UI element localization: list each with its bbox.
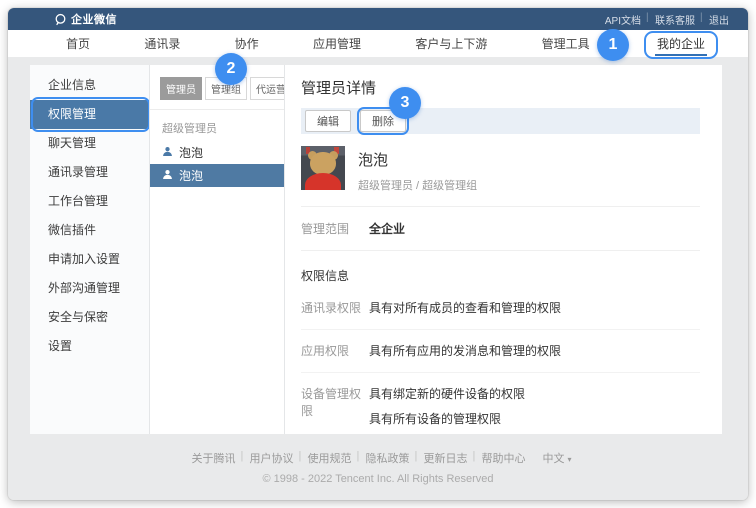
admin-list-item-selected[interactable]: 泡泡 [150, 164, 284, 187]
app-window: 企业微信 API文档 联系客服 退出 首页 通讯录 协作 应用管理 客户与上下游… [8, 8, 748, 500]
sidebar-item-workbench-management[interactable]: 工作台管理 [30, 187, 149, 216]
footer-link-usage-rules[interactable]: 使用规范 [300, 450, 358, 466]
language-selector[interactable]: 中文 ▾ [532, 450, 571, 466]
permission-value: 具有所有设备的管理权限 [369, 410, 525, 428]
sidebar-item-permission-label: 权限管理 [48, 107, 96, 121]
permission-row-contacts: 通讯录权限 具有对所有成员的查看和管理的权限 [301, 287, 700, 330]
main-body: 企业信息 权限管理 聊天管理 通讯录管理 工作台管理 微信插件 申请加入设置 外… [8, 57, 748, 434]
sidebar-item-join-settings[interactable]: 申请加入设置 [30, 245, 149, 274]
tab-administrators[interactable]: 管理员 [160, 77, 202, 100]
permission-label: 通讯录权限 [301, 299, 369, 317]
annotation-step-1-badge: 1 [597, 29, 629, 61]
footer-link-changelog[interactable]: 更新日志 [416, 450, 474, 466]
language-label: 中文 [542, 453, 564, 465]
contact-support-link[interactable]: 联系客服 [648, 12, 702, 27]
nav-item-admin-tools[interactable]: 管理工具 [542, 35, 590, 52]
app-logo-text: 企业微信 [71, 11, 117, 27]
scope-value: 全企业 [369, 220, 405, 237]
footer-link-user-agreement[interactable]: 用户协议 [242, 450, 300, 466]
edit-button[interactable]: 编辑 [305, 110, 351, 132]
annotation-step-2-badge: 2 [215, 53, 247, 85]
admin-profile: 泡泡 超级管理员 / 超级管理组 [301, 146, 700, 193]
chevron-down-icon: ▾ [568, 455, 572, 464]
sidebar-item-company-info[interactable]: 企业信息 [30, 71, 149, 100]
footer: 关于腾讯 用户协议 使用规范 隐私政策 更新日志 帮助中心 中文 ▾ © 199… [8, 434, 748, 500]
nav-item-customers[interactable]: 客户与上下游 [415, 35, 487, 52]
topbar-links: API文档 联系客服 退出 [598, 12, 736, 27]
avatar [301, 146, 345, 190]
logout-link[interactable]: 退出 [702, 12, 736, 27]
nav-item-my-company[interactable]: 我的企业 [644, 31, 718, 59]
settings-sidebar: 企业信息 权限管理 聊天管理 通讯录管理 工作台管理 微信插件 申请加入设置 外… [30, 65, 150, 434]
primary-nav: 首页 通讯录 协作 应用管理 客户与上下游 管理工具 我的企业 [8, 30, 748, 57]
api-docs-link[interactable]: API文档 [598, 12, 648, 27]
footer-link-privacy[interactable]: 隐私政策 [358, 450, 416, 466]
profile-role: 超级管理员 / 超级管理组 [358, 177, 477, 193]
sidebar-item-permission-management[interactable]: 权限管理 [30, 100, 149, 129]
permission-label: 应用权限 [301, 342, 369, 360]
page: 企业微信 API文档 联系客服 退出 首页 通讯录 协作 应用管理 客户与上下游… [0, 0, 756, 508]
wework-bubble-icon [54, 13, 67, 26]
nav-item-contacts[interactable]: 通讯录 [144, 35, 180, 52]
scope-label: 管理范围 [301, 220, 369, 237]
permission-value: 具有所有应用的发消息和管理的权限 [369, 342, 561, 360]
footer-link-help-center[interactable]: 帮助中心 [474, 450, 532, 466]
divider [301, 250, 700, 251]
detail-title: 管理员详情 [301, 77, 700, 98]
nav-item-home[interactable]: 首页 [66, 35, 90, 52]
nav-item-collaboration[interactable]: 协作 [235, 35, 259, 52]
divider [301, 206, 700, 207]
nav-item-apps[interactable]: 应用管理 [313, 35, 361, 52]
admin-detail-panel: 管理员详情 编辑 删除 [285, 65, 722, 434]
sidebar-item-security[interactable]: 安全与保密 [30, 303, 149, 332]
super-admin-group-label: 超级管理员 [150, 110, 284, 141]
person-icon [162, 146, 173, 160]
app-logo: 企业微信 [54, 11, 117, 27]
sidebar-item-settings[interactable]: 设置 [30, 332, 149, 361]
person-icon [162, 169, 173, 183]
tab-agent-operation[interactable]: 代运营 [250, 77, 285, 100]
profile-text: 泡泡 超级管理员 / 超级管理组 [358, 146, 477, 193]
detail-toolbar: 编辑 删除 [301, 108, 700, 134]
admin-list-panel: 管理员 管理组 代运营 + 超级管理员 泡泡 泡泡 [150, 65, 285, 434]
sidebar-item-contacts-management[interactable]: 通讯录管理 [30, 158, 149, 187]
footer-links: 关于腾讯 用户协议 使用规范 隐私政策 更新日志 帮助中心 中文 ▾ [184, 450, 571, 466]
sidebar-item-external-comm[interactable]: 外部沟通管理 [30, 274, 149, 303]
scope-row: 管理范围 全企业 [301, 220, 700, 237]
nav-item-my-company-label: 我的企业 [655, 35, 707, 56]
admin-list-item[interactable]: 泡泡 [150, 141, 284, 164]
permissions-section-title: 权限信息 [301, 267, 700, 284]
topbar: 企业微信 API文档 联系客服 退出 [8, 8, 748, 30]
permission-value: 具有绑定新的硬件设备的权限 [369, 385, 525, 403]
permission-label: 设备管理权限 [301, 385, 369, 428]
sidebar-item-wechat-plugin[interactable]: 微信插件 [30, 216, 149, 245]
admin-name: 泡泡 [179, 144, 203, 161]
profile-name: 泡泡 [358, 149, 477, 170]
permission-value: 具有对所有成员的查看和管理的权限 [369, 299, 561, 317]
footer-link-about[interactable]: 关于腾讯 [184, 450, 242, 466]
sidebar-item-chat-management[interactable]: 聊天管理 [30, 129, 149, 158]
permission-row-apps: 应用权限 具有所有应用的发消息和管理的权限 [301, 330, 700, 373]
annotation-step-3-badge: 3 [389, 87, 421, 119]
admin-name: 泡泡 [179, 167, 203, 184]
copyright: © 1998 - 2022 Tencent Inc. All Rights Re… [8, 473, 748, 485]
permission-row-devices: 设备管理权限 具有绑定新的硬件设备的权限 具有所有设备的管理权限 [301, 373, 700, 434]
